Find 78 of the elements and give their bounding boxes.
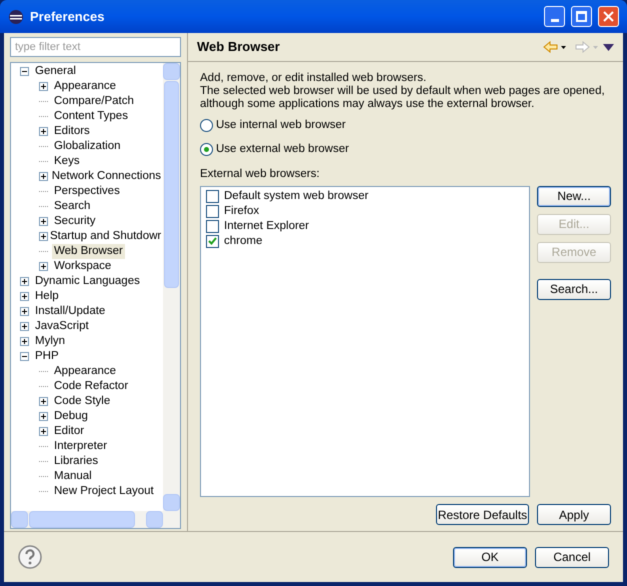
tree-item[interactable]: Perspectives — [52, 184, 122, 199]
expand-icon[interactable] — [20, 322, 29, 331]
tree-item[interactable]: Code Refactor — [52, 379, 130, 394]
tree-item[interactable]: Install/Update — [33, 304, 108, 319]
checkbox[interactable] — [206, 234, 219, 248]
cancel-button[interactable]: Cancel — [535, 546, 609, 568]
ok-button[interactable]: OK — [453, 546, 527, 568]
tree-item[interactable]: Manual — [52, 469, 94, 484]
close-icon[interactable] — [603, 11, 614, 22]
radio-label: Use internal web browser — [216, 118, 346, 133]
minimize-button[interactable] — [544, 6, 565, 27]
side-button[interactable]: Search... — [537, 278, 611, 300]
maximize-button[interactable] — [571, 6, 592, 27]
tree-item[interactable]: Appearance — [52, 364, 118, 379]
checkbox[interactable] — [206, 220, 219, 233]
filter-field[interactable]: type filter text — [10, 37, 181, 57]
apply-button[interactable]: Apply — [537, 504, 611, 525]
tree-item[interactable]: New Project Layout — [52, 484, 156, 499]
browser-name: Internet Explorer — [224, 218, 310, 234]
expand-icon[interactable] — [20, 307, 29, 316]
expand-icon[interactable] — [39, 262, 48, 271]
tree-item[interactable]: Compare/Patch — [52, 94, 136, 109]
tree-item[interactable]: Interpreter — [52, 439, 110, 454]
back-arrow-icon[interactable] — [543, 41, 567, 53]
tree-item[interactable]: Globalization — [52, 139, 122, 154]
expand-icon[interactable] — [39, 82, 48, 91]
page-title: Web Browser — [197, 38, 281, 56]
tree-item[interactable]: Debug — [52, 409, 90, 424]
side-button[interactable]: New... — [537, 186, 611, 207]
menu-icon[interactable] — [603, 44, 614, 50]
tree-item[interactable]: Code Style — [52, 394, 112, 409]
tree-item[interactable]: Editors — [52, 124, 92, 139]
expand-icon[interactable] — [20, 292, 29, 301]
collapse-icon[interactable] — [20, 352, 29, 361]
tree-item[interactable]: Editor — [52, 424, 86, 439]
tree-item[interactable]: Libraries — [52, 454, 100, 469]
expand-icon[interactable] — [20, 277, 29, 286]
tree-item[interactable]: JavaScript — [33, 319, 91, 334]
tree-item[interactable]: PHP — [33, 349, 61, 364]
help-icon[interactable] — [18, 545, 42, 569]
expand-icon[interactable] — [39, 427, 48, 436]
list-label: External web browsers: — [200, 166, 321, 182]
expand-icon[interactable] — [20, 337, 29, 346]
close-button[interactable] — [598, 6, 619, 27]
browser-name: chrome — [224, 234, 262, 249]
expand-icon[interactable] — [39, 232, 48, 241]
window-title: Preferences — [30, 8, 106, 26]
checkbox[interactable] — [206, 204, 219, 218]
tree-item[interactable]: Mylyn — [33, 334, 68, 349]
app-icon — [8, 8, 24, 24]
tree-item[interactable]: Security — [52, 214, 98, 229]
tree-item[interactable]: Content Types — [52, 109, 130, 124]
checkbox[interactable] — [206, 190, 219, 203]
tree-item[interactable]: Workspace — [52, 259, 114, 274]
radio-button[interactable] — [200, 119, 213, 132]
tree-item[interactable]: Appearance — [52, 79, 118, 94]
expand-icon[interactable] — [39, 412, 48, 421]
restore-defaults-button[interactable]: Restore Defaults — [436, 504, 529, 525]
horizontal-scrollbar[interactable] — [11, 511, 180, 528]
tree-item[interactable]: Startup and Shutdowr — [48, 229, 163, 244]
expand-icon[interactable] — [39, 397, 48, 406]
tree-item[interactable]: Dynamic Languages — [33, 274, 142, 289]
tree-item[interactable]: Keys — [52, 154, 82, 169]
expand-icon[interactable] — [39, 172, 48, 181]
collapse-icon[interactable] — [20, 67, 29, 76]
browser-name: Default system web browser — [224, 188, 368, 204]
description-text: Add, remove, or edit installed web browsers. The selected web browser will be used by default when web pages are opened, although some applications may always use the external browser. — [200, 72, 606, 111]
tree-item[interactable]: Search — [52, 199, 92, 214]
expand-icon[interactable] — [39, 127, 48, 136]
tree-item[interactable]: Help — [33, 289, 61, 304]
radio-button[interactable] — [200, 143, 213, 156]
tree-item[interactable]: General — [33, 64, 78, 79]
tree-item[interactable]: Network Connections — [50, 169, 163, 184]
expand-icon[interactable] — [39, 217, 48, 226]
radio-label: Use external web browser — [216, 142, 349, 158]
tree-item[interactable]: Web Browser — [52, 244, 125, 259]
browser-name: Firefox — [224, 204, 260, 219]
vertical-scrollbar[interactable] — [163, 63, 180, 511]
